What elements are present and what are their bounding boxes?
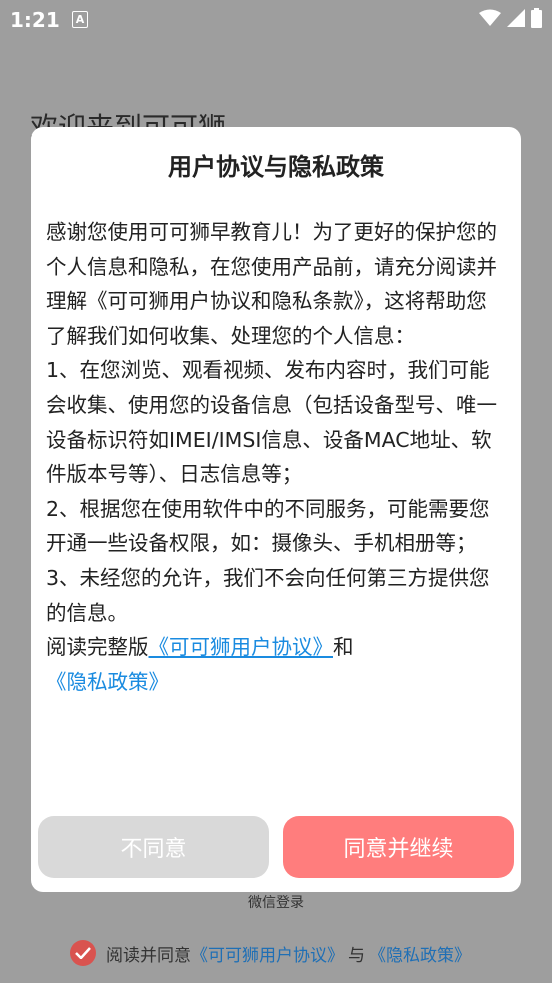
dialog-paragraph-3: 3、未经您的允许，我们不会向任何第三方提供您的信息。 bbox=[46, 565, 490, 625]
user-agreement-link[interactable]: 《可可狮用户协议》 bbox=[191, 941, 344, 966]
agreement-checkbox-row: 阅读并同意 《可可狮用户协议》 与 《隐私政策》 bbox=[70, 940, 471, 966]
wifi-icon bbox=[479, 9, 501, 26]
dialog-paragraph-2: 2、根据您在使用软件中的不同服务，可能需要您开通一些设备权限，如：摄像头、手机相… bbox=[46, 496, 490, 556]
status-icons bbox=[479, 8, 542, 28]
dialog-title: 用户协议与隐私政策 bbox=[168, 153, 384, 181]
dialog-privacy-link[interactable]: 《隐私政策》 bbox=[46, 670, 169, 694]
read-full-label: 阅读完整版 bbox=[46, 635, 149, 660]
notification-a-icon: A bbox=[72, 11, 88, 28]
status-bar: 1:21 A bbox=[0, 0, 552, 40]
dialog-links: 阅读完整版《可可狮用户协议》和 《隐私政策》 bbox=[46, 630, 506, 699]
battery-icon bbox=[531, 8, 542, 28]
agreement-dialog: 用户协议与隐私政策 感谢您使用可可狮早教育儿！为了更好的保护您的个人信息和隐私，… bbox=[31, 127, 521, 892]
signal-icon bbox=[507, 9, 525, 27]
dialog-and-label: 和 bbox=[333, 635, 354, 660]
dialog-body: 感谢您使用可可狮早教育儿！为了更好的保护您的个人信息和隐私，在您使用产品前，请充… bbox=[46, 215, 506, 699]
disagree-button[interactable]: 不同意 bbox=[38, 816, 269, 878]
wechat-login-label[interactable]: 微信登录 bbox=[0, 892, 552, 912]
status-time: 1:21 bbox=[10, 8, 60, 32]
dialog-paragraph-intro: 感谢您使用可可狮早教育儿！为了更好的保护您的个人信息和隐私，在您使用产品前，请充… bbox=[46, 220, 497, 348]
agree-continue-button[interactable]: 同意并继续 bbox=[283, 816, 514, 878]
checkbox-checked-icon[interactable] bbox=[70, 940, 96, 966]
agreement-conjunction: 与 bbox=[348, 945, 365, 966]
agreement-prefix: 阅读并同意 bbox=[106, 945, 191, 966]
privacy-policy-link[interactable]: 《隐私政策》 bbox=[369, 941, 471, 966]
dialog-paragraph-1: 1、在您浏览、观看视频、发布内容时，我们可能会收集、使用您的设备信息（包括设备型… bbox=[46, 358, 497, 487]
dialog-user-agreement-link[interactable]: 《可可狮用户协议》 bbox=[149, 635, 334, 659]
